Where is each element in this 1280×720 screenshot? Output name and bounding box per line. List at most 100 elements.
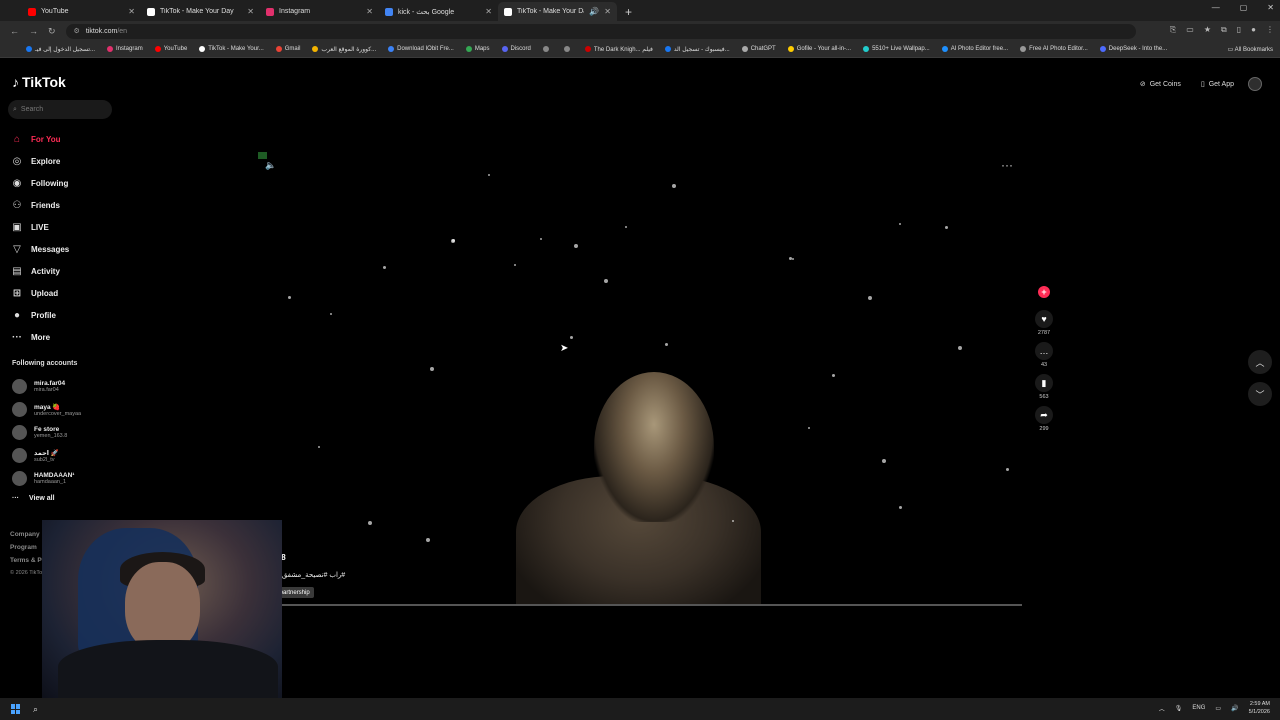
sidebar-icon[interactable]: ▯ (1237, 25, 1241, 35)
close-icon[interactable]: ✕ (247, 7, 254, 16)
video-progress-bar[interactable] (258, 604, 1022, 606)
microphone-icon[interactable]: 🎙 (1175, 705, 1183, 712)
sidebar-item-activity[interactable]: ▤ Activity (11, 260, 69, 282)
bookmark-favicon-icon (312, 46, 319, 52)
new-tab-button[interactable]: + (625, 2, 632, 21)
reload-icon[interactable]: ↻ (48, 26, 56, 37)
site-info-icon[interactable]: ⚙ (74, 27, 80, 35)
snow-particle (882, 459, 886, 463)
volume-icon[interactable]: 🔈 (265, 160, 276, 171)
bookmark-item[interactable]: ChatGPT (741, 46, 776, 52)
bookmark-item[interactable]: Discord (501, 46, 531, 52)
sidebar-item-more[interactable]: ··· More (11, 326, 69, 348)
menu-icon[interactable]: ⋮ (1266, 25, 1274, 35)
bookmark-item[interactable] (563, 46, 573, 52)
snow-particle (899, 506, 902, 509)
minimize-icon[interactable]: — (1212, 3, 1220, 12)
sidebar-item-following[interactable]: ◉ Following (11, 172, 69, 194)
close-icon[interactable]: ✕ (128, 7, 135, 16)
clock[interactable]: 2:59 AM 5/1/2026 (1249, 700, 1270, 716)
browser-tab[interactable]: TikTok - Make Your Day ✕ (141, 2, 260, 21)
account-item[interactable]: HAMDAAAN¹ hamdaaan_1 (12, 467, 81, 490)
sidebar-item-profile[interactable]: ● Profile (11, 304, 69, 326)
browser-tab[interactable]: YouTube ✕ (22, 2, 141, 21)
url-input[interactable]: ⚙ tiktok.com/en (65, 23, 1136, 39)
bookmark-item[interactable]: YouTube (154, 46, 187, 52)
browser-tab-active[interactable]: TikTok - Make Your Day 🔊 ✕ (498, 2, 617, 21)
windows-start-icon[interactable] (11, 704, 21, 714)
snow-particle (808, 427, 810, 429)
next-video-button[interactable]: ﹀ (1248, 382, 1272, 406)
bookmark-favicon-icon (154, 46, 161, 52)
follow-plus-button[interactable]: + (1038, 286, 1050, 298)
comment-button[interactable]: … (1035, 342, 1053, 360)
volume-tray-icon[interactable]: 🔊 (1231, 705, 1238, 712)
account-item[interactable]: Fe store yemen_163.8 (12, 421, 81, 444)
mouse-cursor-icon: ➤ (560, 343, 569, 354)
video-player[interactable] (258, 146, 1022, 605)
user-avatar-icon[interactable] (1248, 77, 1262, 91)
save-button[interactable]: ▮ (1035, 374, 1053, 392)
bookmark-item[interactable]: TikTok - Make Your... (199, 46, 264, 52)
close-icon[interactable]: ✕ (604, 7, 611, 16)
browser-tab[interactable]: kick - بحث Google ✕ (379, 2, 498, 21)
taskbar-search-icon[interactable]: ⌕ (33, 704, 38, 715)
sidebar-item-live[interactable]: ▣ LIVE (11, 216, 69, 238)
bookmark-item[interactable]: Instagram (107, 46, 143, 52)
maximize-icon[interactable]: ▢ (1240, 3, 1248, 12)
upload-icon: ⊞ (12, 287, 22, 299)
get-coins-button[interactable]: ⊘ Get Coins (1134, 76, 1187, 92)
cast-icon[interactable]: ▭ (1186, 25, 1194, 35)
forward-icon[interactable]: → (29, 26, 38, 36)
snow-particle (732, 520, 734, 522)
bookmark-item[interactable]: Gmail (275, 46, 300, 52)
bookmark-item[interactable]: DeepSeek - Into the... (1099, 46, 1167, 52)
sidebar-item-explore[interactable]: ◎ Explore (11, 150, 69, 172)
language-indicator[interactable]: ENG (1192, 705, 1205, 711)
bookmark-item[interactable]: 5510+ Live Wallpap... (863, 46, 930, 52)
bookmark-item[interactable]: تسجيل الدخول إلى فيـ... (26, 46, 95, 53)
bookmark-item[interactable]: AI Photo Editor free... (941, 46, 1008, 52)
get-app-button[interactable]: ▯ Get App (1195, 76, 1240, 92)
back-icon[interactable]: ← (10, 26, 19, 36)
like-button[interactable]: ♥ (1035, 310, 1053, 328)
bookmark-item[interactable]: Gofile - Your all-in-... (787, 46, 851, 52)
close-icon[interactable]: ✕ (366, 7, 373, 16)
translate-icon[interactable]: ⎘ (1170, 25, 1176, 35)
snow-particle (792, 258, 794, 260)
account-item[interactable]: احمد 🚀 sub2l_tv (12, 444, 81, 467)
account-item[interactable]: mira.far04 mira.far04 (12, 375, 81, 398)
view-all-button[interactable]: ··· View all (12, 495, 55, 502)
extensions-icon[interactable]: ⧉ (1221, 25, 1227, 35)
home-icon: ⌂ (13, 133, 21, 145)
tiktok-logo[interactable]: ♪ TikTok (12, 74, 66, 90)
bookmark-item[interactable]: فيسبوك - تسجيل الد... (664, 46, 730, 53)
account-item[interactable]: maya 🍓 undercover_mayaa (12, 398, 81, 421)
share-button[interactable]: ➦ (1035, 406, 1053, 424)
close-window-icon[interactable]: ✕ (1267, 3, 1274, 12)
bookmark-item[interactable]: Free AI Photo Editor... (1020, 46, 1088, 52)
sidebar-item-for-you[interactable]: ⌂ For You (11, 128, 69, 150)
network-icon[interactable]: ▭ (1215, 705, 1221, 712)
bookmark-star-icon[interactable]: ★ (1204, 25, 1211, 35)
close-icon[interactable]: ✕ (485, 7, 492, 16)
header-actions: ⊘ Get Coins ▯ Get App (1134, 76, 1262, 92)
profile-avatar-icon[interactable]: ● (1251, 25, 1256, 35)
all-bookmarks-button[interactable]: ▭ All Bookmarks (1228, 46, 1273, 53)
tray-chevron-icon[interactable]: ︿ (1159, 704, 1165, 713)
sidebar-item-friends[interactable]: ⚇ Friends (11, 194, 69, 216)
browser-tab-bar: YouTube ✕ TikTok - Make Your Day ✕ Insta… (0, 0, 1280, 21)
sidebar-item-upload[interactable]: ⊞ Upload (11, 282, 69, 304)
bookmark-item[interactable] (542, 46, 552, 52)
bookmark-item[interactable]: Maps (465, 46, 490, 52)
bookmark-favicon-icon (741, 46, 748, 52)
search-input[interactable]: ⌕ Search (8, 100, 112, 119)
bookmark-item[interactable]: كوورة الموقع العرب... (312, 46, 376, 53)
browser-tab[interactable]: Instagram ✕ (260, 2, 379, 21)
sidebar-item-messages[interactable]: ▽ Messages (11, 238, 69, 260)
previous-video-button[interactable]: ︿ (1248, 350, 1272, 374)
bookmark-item[interactable]: The Dark Knigh... فيلم (584, 46, 653, 53)
speaker-icon[interactable]: 🔊 (589, 7, 599, 16)
more-options-icon[interactable]: ··· (1001, 158, 1013, 172)
bookmark-item[interactable]: Download IObit Fre... (388, 46, 454, 52)
